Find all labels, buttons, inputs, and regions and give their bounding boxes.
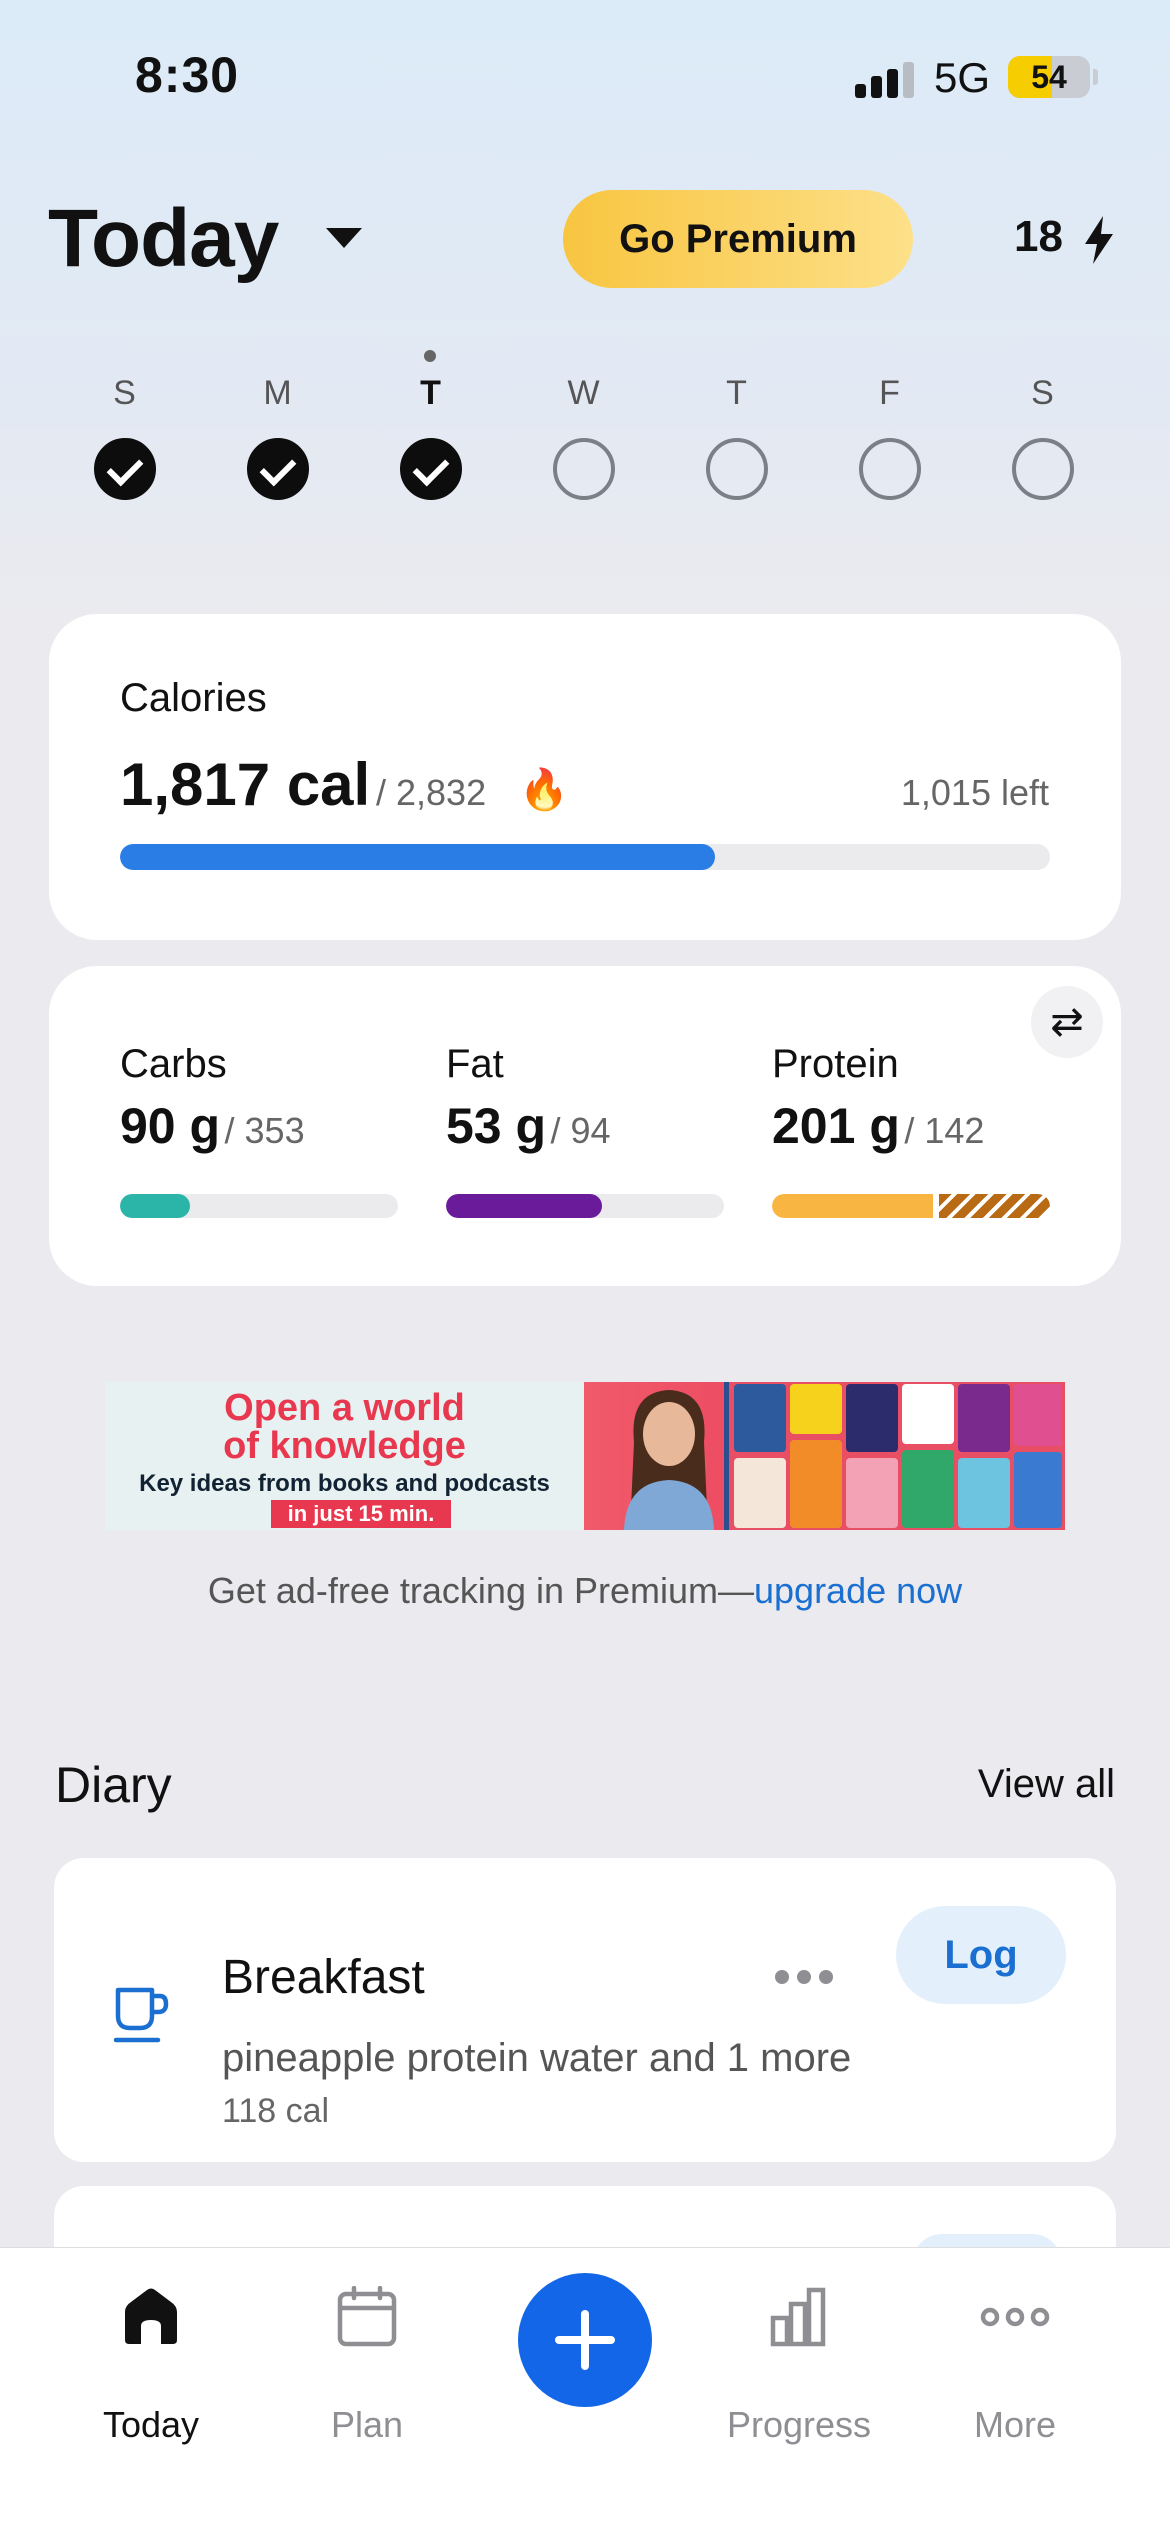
- macro-value: 201 g: [772, 1098, 900, 1154]
- person-image: [624, 1390, 714, 1530]
- more-options-icon[interactable]: [775, 1970, 835, 1986]
- ad-pill: in just 15 min.: [271, 1500, 451, 1528]
- macro-name: Carbs: [120, 1042, 227, 1086]
- macro-protein: Protein 201 g / 142: [772, 1042, 1052, 1218]
- empty-circle-icon: [553, 438, 615, 500]
- ad-text-panel: Open a world of knowledge Key ideas from…: [105, 1382, 584, 1530]
- macro-progress-fill: [446, 1194, 602, 1218]
- empty-circle-icon: [1012, 438, 1074, 500]
- tab-progress[interactable]: Progress: [709, 2286, 889, 2446]
- checkmark-icon: [94, 438, 156, 500]
- week-day[interactable]: M: [201, 340, 354, 510]
- macro-goal: / 94: [550, 1110, 611, 1151]
- empty-circle-icon: [706, 438, 768, 500]
- calories-progress-bar: [120, 844, 1050, 870]
- diary-title: Diary: [55, 1757, 172, 1813]
- tab-more[interactable]: More: [925, 2286, 1105, 2446]
- meal-name: Breakfast: [222, 1951, 425, 2004]
- week-strip: SMTWTFS: [48, 340, 1122, 510]
- ad-headline: of knowledge: [223, 1425, 466, 1467]
- week-day[interactable]: F: [813, 340, 966, 510]
- ad-image: [584, 1382, 1065, 1530]
- premium-upsell-note: Get ad-free tracking in Premium—upgrade …: [0, 1570, 1170, 1612]
- network-type: 5G: [934, 54, 991, 101]
- macro-name: Fat: [446, 1042, 504, 1086]
- ad-subline: Key ideas from books and podcasts: [139, 1470, 550, 1497]
- calories-goal: / 2,832: [376, 772, 487, 813]
- ad-banner[interactable]: Open a world of knowledge Key ideas from…: [105, 1382, 1065, 1530]
- checkmark-icon: [400, 438, 462, 500]
- add-button[interactable]: [518, 2273, 652, 2407]
- macro-name: Protein: [772, 1042, 899, 1086]
- go-premium-button[interactable]: Go Premium: [563, 190, 913, 288]
- checkmark-icon: [247, 438, 309, 500]
- battery-level: 54: [1031, 59, 1067, 95]
- chevron-down-icon[interactable]: [326, 228, 362, 248]
- meal-card-breakfast[interactable]: Breakfast Log pineapple protein water an…: [54, 1858, 1116, 2162]
- week-day-letter: T: [726, 374, 747, 412]
- upgrade-link[interactable]: upgrade now: [754, 1570, 962, 1611]
- week-day[interactable]: W: [507, 340, 660, 510]
- week-day-letter: W: [567, 374, 600, 412]
- empty-circle-icon: [859, 438, 921, 500]
- week-day-letter: M: [263, 374, 292, 412]
- signal-icon: [855, 62, 915, 98]
- status-time: 8:30: [135, 47, 240, 103]
- tab-bar: Today Plan Progress More: [0, 2247, 1170, 2532]
- macro-progress-bar: [446, 1194, 724, 1218]
- page-title[interactable]: Today: [48, 192, 279, 286]
- log-button[interactable]: Log: [896, 1906, 1066, 2004]
- meal-calories: 118 cal: [222, 2092, 330, 2130]
- tab-label: Progress: [726, 2404, 872, 2445]
- calories-progress-fill: [120, 844, 716, 870]
- battery-cap: [1093, 69, 1098, 85]
- streak-count[interactable]: 18: [1014, 212, 1063, 262]
- bolt-icon[interactable]: [1083, 216, 1115, 264]
- macro-value: 53 g: [446, 1098, 547, 1154]
- today-indicator: [424, 350, 436, 362]
- upsell-text: Get ad-free tracking in Premium—: [207, 1570, 754, 1611]
- macro-progress-fill: [772, 1194, 934, 1218]
- ad-headline: Open a world: [224, 1387, 465, 1429]
- tab-label: Today: [102, 2404, 200, 2445]
- cup-icon: [113, 1987, 169, 2043]
- macro-progress-bar: [772, 1194, 1050, 1218]
- macro-progress-bar: [120, 1194, 398, 1218]
- tab-plan[interactable]: Plan: [277, 2286, 457, 2446]
- view-all-link[interactable]: View all: [978, 1762, 1115, 1807]
- week-day[interactable]: S: [966, 340, 1119, 510]
- calories-left: 1,015 left: [900, 772, 1049, 813]
- macro-progress-fill: [120, 1194, 190, 1218]
- macro-over-goal-fill: [939, 1194, 1050, 1218]
- week-day[interactable]: S: [48, 340, 201, 510]
- calories-value: 1,817 cal: [120, 751, 371, 818]
- macros-card[interactable]: ⇄ Carbs 90 g / 353 Fat 53 g / 94 Protein…: [49, 966, 1121, 1286]
- status-bar: 8:30 5G 54: [0, 0, 1170, 150]
- week-day-letter: S: [113, 374, 136, 412]
- meal-description: pineapple protein water and 1 more: [222, 2036, 852, 2080]
- week-day-letter: F: [879, 374, 900, 412]
- calories-label: Calories: [120, 676, 267, 720]
- calories-card[interactable]: Calories 1,817 cal / 2,832 🔥 1,015 left: [49, 614, 1121, 940]
- more-icon: [980, 2307, 1050, 2327]
- battery-icon: 54: [1008, 56, 1090, 98]
- macro-goal: / 353: [224, 1110, 305, 1151]
- tab-label: Plan: [330, 2404, 404, 2445]
- home-icon: [125, 2288, 177, 2344]
- macro-carbs: Carbs 90 g / 353: [120, 1042, 400, 1218]
- macro-fat: Fat 53 g / 94: [446, 1042, 726, 1218]
- macro-goal: / 142: [904, 1110, 985, 1151]
- macro-value: 90 g: [120, 1098, 221, 1154]
- week-day[interactable]: T: [660, 340, 813, 510]
- week-day-letter: T: [420, 374, 441, 412]
- fire-icon: 🔥: [519, 768, 569, 812]
- tab-today[interactable]: Today: [61, 2286, 241, 2446]
- week-day[interactable]: T: [354, 340, 507, 510]
- bar-chart-icon: [770, 2287, 826, 2347]
- tab-label: More: [973, 2404, 1057, 2445]
- week-day-letter: S: [1031, 374, 1054, 412]
- calendar-icon: [337, 2286, 397, 2347]
